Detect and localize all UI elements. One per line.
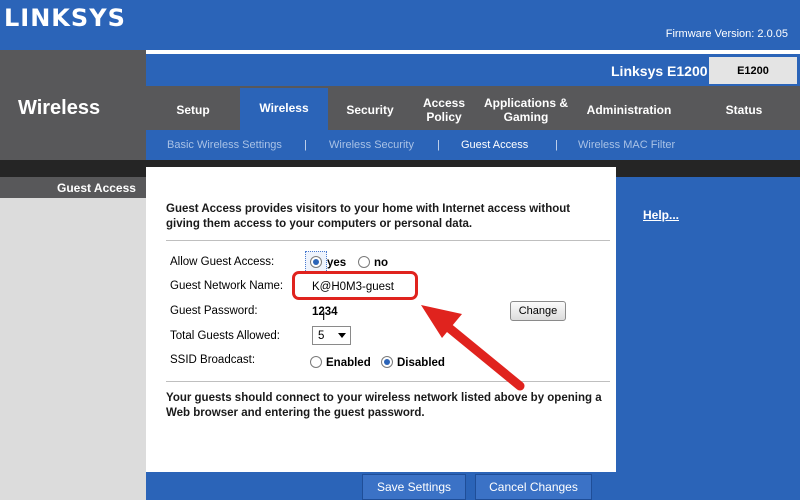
annotation-highlight-box	[292, 271, 418, 300]
allow-guest-no-radio[interactable]	[358, 256, 370, 268]
allow-guest-access-label: Allow Guest Access:	[170, 256, 275, 268]
subtab-separator: |	[437, 139, 440, 151]
guest-network-name-label: Guest Network Name:	[170, 280, 284, 292]
guest-password-input[interactable]	[312, 304, 362, 320]
subtab-wireless-mac-filter[interactable]: Wireless MAC Filter	[578, 139, 675, 151]
save-settings-button[interactable]: Save Settings	[362, 474, 466, 500]
allow-guest-yes-radio[interactable]	[310, 256, 322, 268]
text-cursor-icon: I	[322, 309, 326, 323]
change-password-button[interactable]: Change	[510, 301, 566, 321]
subtab-separator: |	[555, 139, 558, 151]
page-title: Wireless	[18, 97, 101, 119]
cancel-changes-button[interactable]: Cancel Changes	[475, 474, 592, 500]
guest-password-label: Guest Password:	[170, 305, 258, 317]
divider	[166, 381, 610, 382]
linksys-logo: LINKSYS	[4, 4, 126, 32]
subtab-wireless-security[interactable]: Wireless Security	[329, 139, 414, 151]
subtab-guest-access[interactable]: Guest Access	[461, 139, 528, 151]
total-guests-label: Total Guests Allowed:	[170, 330, 280, 342]
model-name: Linksys E1200	[611, 63, 708, 79]
ssid-enabled-label: Enabled	[326, 357, 371, 369]
help-panel	[616, 177, 800, 500]
tab-security[interactable]: Security	[334, 91, 406, 130]
chevron-down-icon	[338, 333, 346, 338]
tab-administration[interactable]: Administration	[578, 91, 680, 130]
footer-note: Your guests should connect to your wirel…	[166, 392, 602, 419]
tab-setup[interactable]: Setup	[152, 91, 234, 130]
ssid-disabled-label: Disabled	[397, 357, 445, 369]
subtab-basic-wireless-settings[interactable]: Basic Wireless Settings	[167, 139, 282, 151]
total-guests-value: 5	[318, 329, 325, 342]
firmware-version: Firmware Version: 2.0.05	[665, 28, 788, 40]
allow-guest-yes-label: yes	[327, 257, 347, 269]
ssid-enabled-radio[interactable]	[310, 356, 322, 368]
left-sidebar	[0, 177, 146, 500]
divider	[166, 240, 610, 241]
tab-access-policy[interactable]: Access Policy	[412, 91, 476, 130]
intro-text: Guest Access provides visitors to your h…	[166, 203, 571, 230]
total-guests-select[interactable]: 5	[312, 326, 351, 345]
ssid-disabled-radio[interactable]	[381, 356, 393, 368]
tab-status[interactable]: Status	[712, 91, 776, 130]
subtab-separator: |	[304, 139, 307, 151]
model-badge: E1200	[709, 57, 797, 84]
ssid-broadcast-label: SSID Broadcast:	[170, 354, 256, 366]
help-link[interactable]: Help...	[643, 208, 679, 222]
tab-wireless[interactable]: Wireless	[240, 88, 328, 130]
bottom-bar	[146, 472, 800, 500]
sidebar-section-label: Guest Access	[57, 181, 136, 195]
tab-applications-gaming[interactable]: Applications & Gaming	[480, 91, 572, 130]
allow-guest-no-label: no	[374, 257, 389, 269]
